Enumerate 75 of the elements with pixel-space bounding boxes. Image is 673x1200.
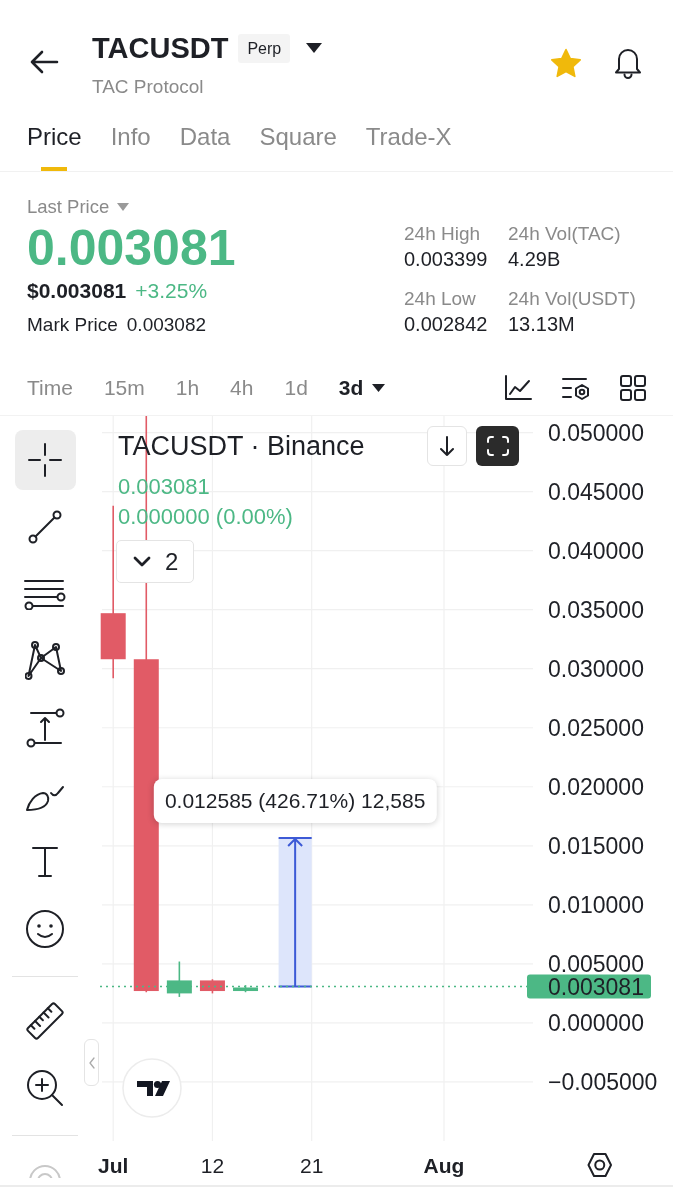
axis-label: 21 bbox=[300, 1153, 324, 1177]
download-button[interactable] bbox=[427, 426, 467, 466]
axis-label: 0.025000 bbox=[548, 714, 644, 741]
stat-value: 4.29B bbox=[508, 247, 562, 271]
measure-tooltip: 0.012585 (426.71%) 12,585 bbox=[153, 778, 437, 823]
axis-label: Aug bbox=[423, 1153, 465, 1177]
usd-price: $0.003081 bbox=[27, 278, 127, 304]
interval-tab[interactable]: Time bbox=[27, 375, 73, 400]
down-arrow-icon bbox=[440, 436, 454, 456]
stat-label: 24h High bbox=[404, 222, 482, 245]
star-icon[interactable] bbox=[550, 48, 582, 79]
axis-label: 0.000000 bbox=[548, 1009, 644, 1036]
stat-value: 0.002842 bbox=[404, 312, 489, 336]
axis-label: 0.045000 bbox=[548, 478, 644, 505]
tab[interactable]: Data bbox=[179, 108, 231, 171]
interval-tab[interactable]: 1d bbox=[284, 375, 308, 400]
axis-label: 12 bbox=[200, 1153, 225, 1177]
interval-tab[interactable]: 4h bbox=[230, 375, 254, 400]
measure-range[interactable] bbox=[277, 836, 313, 988]
stat-label: 24h Vol(TAC) bbox=[508, 222, 622, 245]
axis-label: 0.050000 bbox=[548, 419, 644, 446]
bell-icon[interactable] bbox=[613, 48, 643, 79]
axis-label: Jul bbox=[98, 1153, 129, 1177]
zoom-in-icon bbox=[25, 1068, 65, 1108]
axis-label: 0.030000 bbox=[548, 655, 644, 682]
stat-value: 13.13M bbox=[508, 312, 576, 336]
tab[interactable]: Square bbox=[259, 108, 337, 171]
stat-value: 0.003399 bbox=[404, 247, 489, 271]
grid-layout-icon[interactable] bbox=[620, 374, 646, 401]
axis-label: 0.015000 bbox=[548, 832, 644, 859]
candlestick bbox=[199, 978, 225, 995]
candlestick bbox=[166, 960, 192, 998]
last-price-label: Last Price bbox=[27, 196, 110, 218]
horizontal-lines-icon bbox=[23, 578, 67, 610]
chevron-left-icon bbox=[88, 1056, 95, 1069]
ruler-icon bbox=[24, 1000, 66, 1042]
axis-label: 0.020000 bbox=[548, 773, 644, 800]
chart-logo-icon[interactable] bbox=[122, 1058, 182, 1118]
back-icon bbox=[29, 50, 59, 74]
interval-tab[interactable]: 15m bbox=[103, 375, 145, 400]
crosshair-icon bbox=[28, 443, 62, 477]
axis-label: 0.010000 bbox=[548, 891, 644, 918]
mark-price-label: Mark Price bbox=[27, 313, 118, 337]
interval-tab[interactable]: 1h bbox=[175, 375, 200, 400]
fullscreen-icon bbox=[486, 436, 509, 456]
crosshair-tool[interactable] bbox=[14, 430, 76, 490]
range-arrow-icon bbox=[25, 708, 65, 748]
candlestick bbox=[233, 984, 258, 993]
pair-title: TACUSDT bbox=[92, 31, 229, 66]
smiley-icon bbox=[25, 909, 65, 949]
line-chart-icon[interactable] bbox=[504, 374, 532, 401]
collapse-handle[interactable] bbox=[84, 1039, 99, 1086]
market-type-badge: Perp bbox=[238, 33, 291, 63]
axis-label: 0.040000 bbox=[548, 537, 644, 564]
last-price: 0.003081 bbox=[27, 222, 236, 274]
collapse-indicators-button[interactable]: 2 bbox=[116, 540, 194, 583]
mark-price-value: 0.003082 bbox=[126, 313, 207, 337]
node-pattern-icon bbox=[25, 641, 65, 681]
tab[interactable]: Trade-X bbox=[365, 108, 452, 171]
axis-label: −0.005000 bbox=[548, 1068, 658, 1095]
interval-tab[interactable]: 3d bbox=[338, 375, 386, 400]
pair-subtitle: TAC Protocol bbox=[92, 75, 205, 99]
chevron-down-icon bbox=[133, 556, 151, 567]
caret-down-icon[interactable] bbox=[306, 43, 323, 53]
last-price-tag: 0.003081 bbox=[527, 973, 651, 1000]
text-icon bbox=[31, 845, 59, 879]
axis-label: 0.035000 bbox=[548, 596, 644, 623]
stat-label: 24h Vol(USDT) bbox=[508, 287, 637, 310]
stat-label: 24h Low bbox=[404, 287, 477, 310]
fullscreen-button[interactable] bbox=[476, 426, 519, 466]
tab[interactable]: Price bbox=[27, 108, 82, 171]
settings-icon[interactable] bbox=[587, 1153, 612, 1177]
price-change: +3.25% bbox=[135, 278, 208, 304]
tab[interactable]: Info bbox=[110, 108, 151, 171]
line-icon bbox=[27, 509, 63, 545]
